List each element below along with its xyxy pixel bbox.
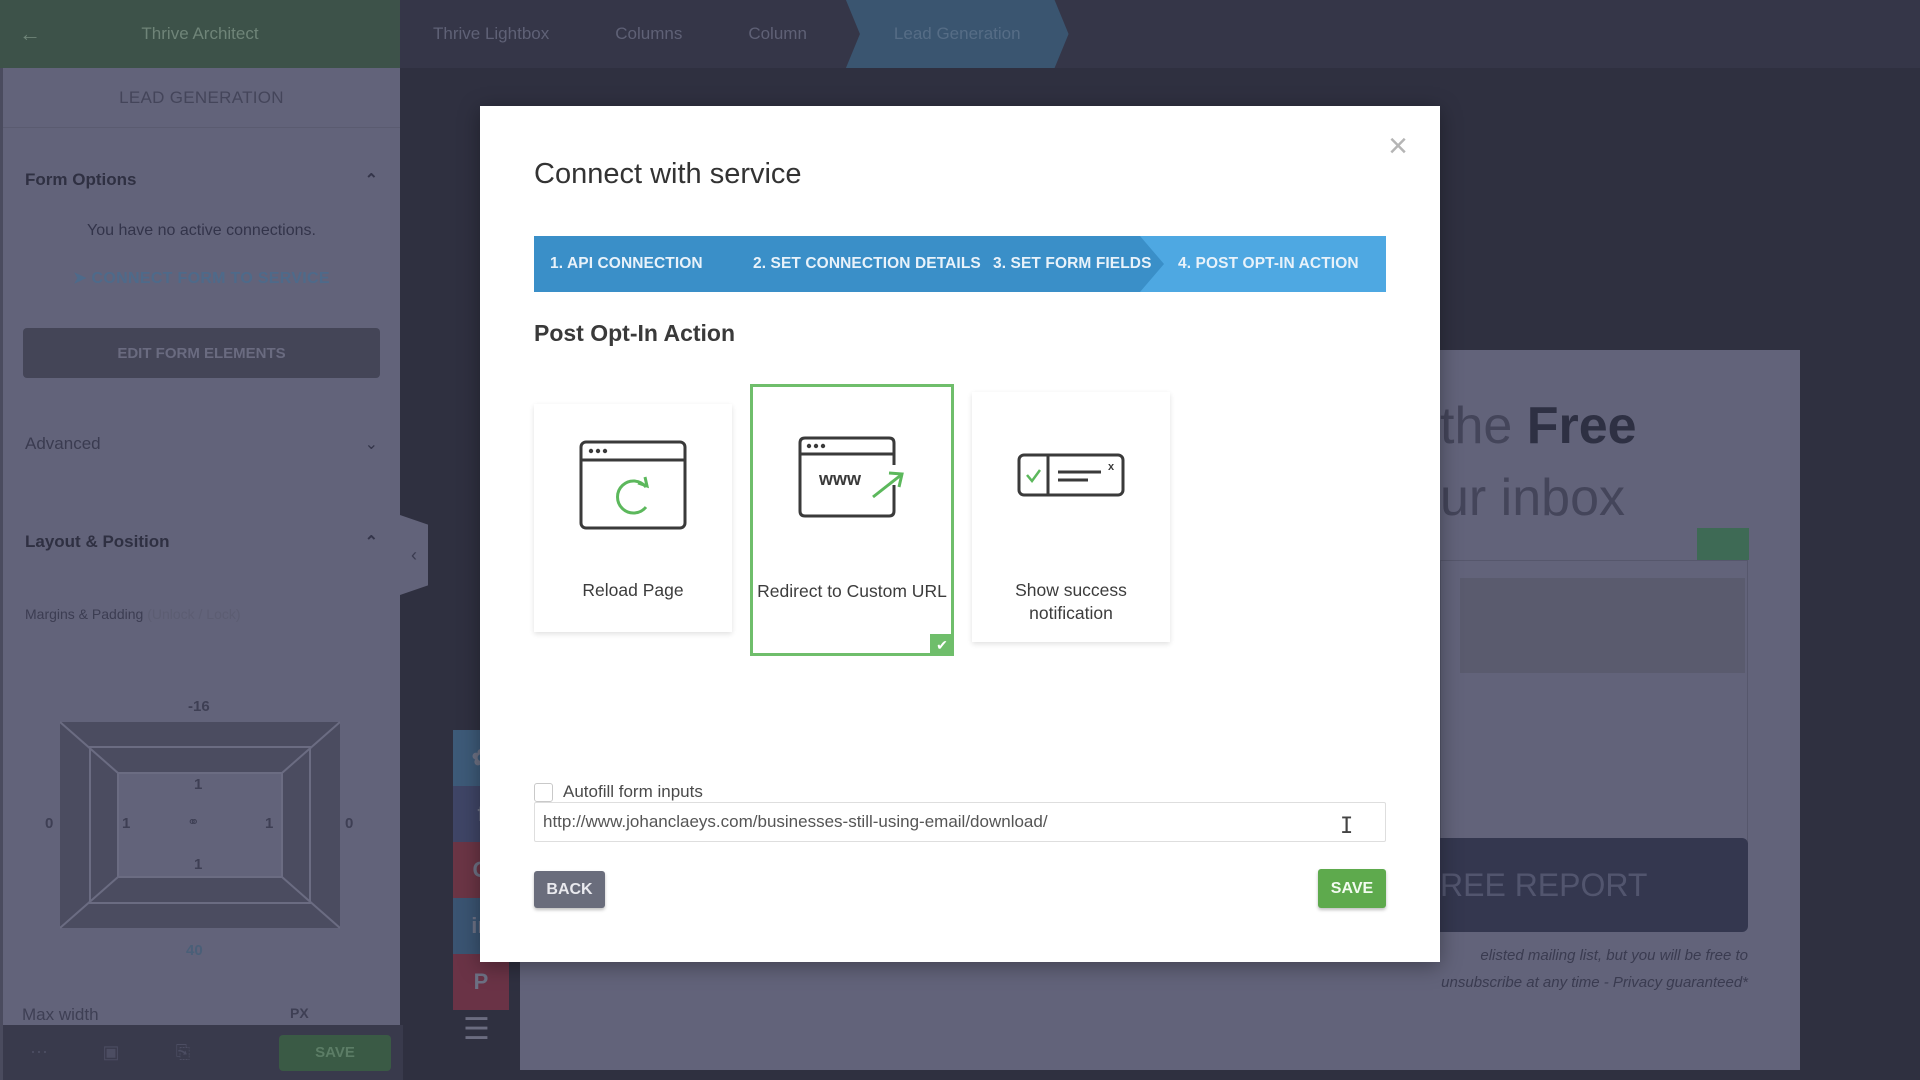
- margin-bottom-value[interactable]: 40: [186, 942, 203, 959]
- headline-light: the: [1440, 397, 1527, 455]
- modal-title: Connect with service: [534, 158, 802, 190]
- sidebar-save-button[interactable]: SAVE: [279, 1034, 391, 1071]
- layers-icon[interactable]: ☰: [463, 1012, 490, 1047]
- padding-right-value[interactable]: 1: [265, 815, 273, 832]
- margins-padding-label: Margins & Padding (Unlock / Lock): [3, 606, 400, 622]
- form-options-title: Form Options: [25, 170, 137, 189]
- brand-title: Thrive Architect: [141, 24, 259, 43]
- edit-form-elements-button[interactable]: EDIT FORM ELEMENTS: [23, 328, 380, 378]
- connect-form-link[interactable]: ➤ CONNECT FORM TO SERVICE: [3, 268, 400, 288]
- option-reload-page[interactable]: Reload Page: [534, 404, 732, 632]
- margin-padding-box[interactable]: -16 1 0 1 ⚭ 1 0 1 40: [45, 698, 353, 959]
- more-icon[interactable]: ⋯: [3, 1042, 75, 1063]
- padding-left-value[interactable]: 1: [122, 815, 130, 832]
- save-button[interactable]: SAVE: [1318, 869, 1386, 908]
- chevron-down-icon[interactable]: ⌄: [365, 434, 378, 454]
- sidebar-header: LEAD GENERATION: [3, 68, 400, 128]
- chevron-up-icon[interactable]: ⌃: [365, 170, 378, 190]
- margin-left-value[interactable]: 0: [45, 815, 53, 832]
- top-bar: ← Thrive Architect Thrive Lightbox Colum…: [0, 0, 1920, 68]
- element-handle[interactable]: [1697, 528, 1749, 560]
- chevron-left-icon: ‹: [411, 544, 417, 565]
- no-connections-text: You have no active connections.: [87, 222, 316, 239]
- paper-plane-icon: ➤: [73, 270, 92, 287]
- margin-top-value[interactable]: -16: [188, 698, 210, 715]
- reload-page-icon: [579, 440, 687, 530]
- padding-top-value[interactable]: 1: [194, 776, 202, 793]
- page-headline: the Free ur inbox: [1440, 390, 1637, 534]
- breadcrumb-lead-generation[interactable]: Lead Generation: [846, 0, 1069, 68]
- margins-hint-text: (Unlock / Lock): [147, 606, 241, 622]
- chevron-up-icon[interactable]: ⌃: [365, 532, 378, 552]
- link-icon[interactable]: ⚭: [187, 813, 200, 831]
- option-success-notification[interactable]: x Show success notification: [972, 392, 1170, 642]
- max-width-label: Max width: [22, 1005, 99, 1024]
- headline-line2: ur inbox: [1440, 469, 1625, 527]
- pinterest-icon[interactable]: P: [453, 954, 509, 1010]
- form-options-section[interactable]: Form Options ⌃: [3, 170, 400, 190]
- option-label: Redirect to Custom URL: [757, 581, 947, 601]
- breadcrumb-thrive-lightbox[interactable]: Thrive Lightbox: [400, 0, 582, 68]
- brand-area: ← Thrive Architect: [0, 0, 400, 68]
- privacy-line-2: unsubscribe at any time - Privacy guaran…: [1441, 974, 1748, 991]
- wizard-steps: 1. API CONNECTION 2. SET CONNECTION DETA…: [534, 236, 1386, 292]
- selected-check-icon: ✔: [930, 634, 954, 656]
- form-input-placeholder: [1460, 578, 1745, 673]
- step-connection-details[interactable]: 2. SET CONNECTION DETAILS: [739, 236, 981, 292]
- breadcrumb-columns[interactable]: Columns: [582, 0, 715, 68]
- redirect-url-input[interactable]: [534, 802, 1386, 842]
- autofill-checkbox-row[interactable]: Autofill form inputs: [534, 782, 703, 802]
- step-api-connection[interactable]: 1. API CONNECTION: [534, 236, 739, 292]
- arrow-left-icon[interactable]: ←: [0, 21, 60, 47]
- history-icon[interactable]: ⎘: [147, 1042, 219, 1063]
- box-model-graphic: [59, 721, 341, 929]
- section-title: Post Opt-In Action: [534, 320, 736, 346]
- step-form-fields[interactable]: 3. SET FORM FIELDS: [979, 236, 1154, 292]
- back-button[interactable]: BACK: [534, 871, 605, 908]
- margin-right-value[interactable]: 0: [345, 815, 353, 832]
- redirect-url-icon: www: [798, 436, 904, 518]
- close-icon[interactable]: ×: [1382, 129, 1414, 163]
- sidebar-bottom-bar: ⋯ ▣ ⎘ SAVE: [3, 1025, 403, 1080]
- post-optin-options: Reload Page www Redirect to Custom URL ✔: [534, 384, 1170, 656]
- svg-text:x: x: [1108, 461, 1115, 473]
- success-notification-icon: x: [1017, 453, 1125, 497]
- autofill-checkbox[interactable]: [534, 782, 553, 802]
- advanced-section[interactable]: Advanced ⌄: [3, 434, 400, 454]
- svg-text:www: www: [818, 469, 862, 489]
- max-width-unit[interactable]: PX: [290, 1005, 309, 1021]
- option-redirect-custom-url[interactable]: www Redirect to Custom URL ✔: [750, 384, 954, 656]
- option-label: Reload Page: [582, 580, 684, 600]
- advanced-title: Advanced: [25, 434, 101, 453]
- autofill-label: Autofill form inputs: [563, 782, 703, 801]
- layout-position-section[interactable]: Layout & Position ⌃: [3, 532, 400, 552]
- connect-form-label: CONNECT FORM TO SERVICE: [91, 270, 330, 287]
- option-label: Show success notification: [1015, 580, 1127, 623]
- padding-bottom-value[interactable]: 1: [194, 856, 202, 873]
- sidebar-collapse-toggle[interactable]: ‹: [400, 515, 428, 595]
- layout-position-title: Layout & Position: [25, 532, 170, 551]
- responsive-icon[interactable]: ▣: [75, 1042, 147, 1063]
- margins-label-text: Margins & Padding: [25, 606, 144, 622]
- breadcrumb-column[interactable]: Column: [715, 0, 840, 68]
- text-cursor-icon: I: [1340, 814, 1354, 839]
- step-post-opt-in-action[interactable]: 4. POST OPT-IN ACTION: [1140, 236, 1386, 292]
- free-report-button[interactable]: REE REPORT: [1400, 838, 1748, 932]
- headline-bold: Free: [1526, 397, 1637, 455]
- connect-service-modal: × Connect with service 1. API CONNECTION…: [480, 106, 1440, 962]
